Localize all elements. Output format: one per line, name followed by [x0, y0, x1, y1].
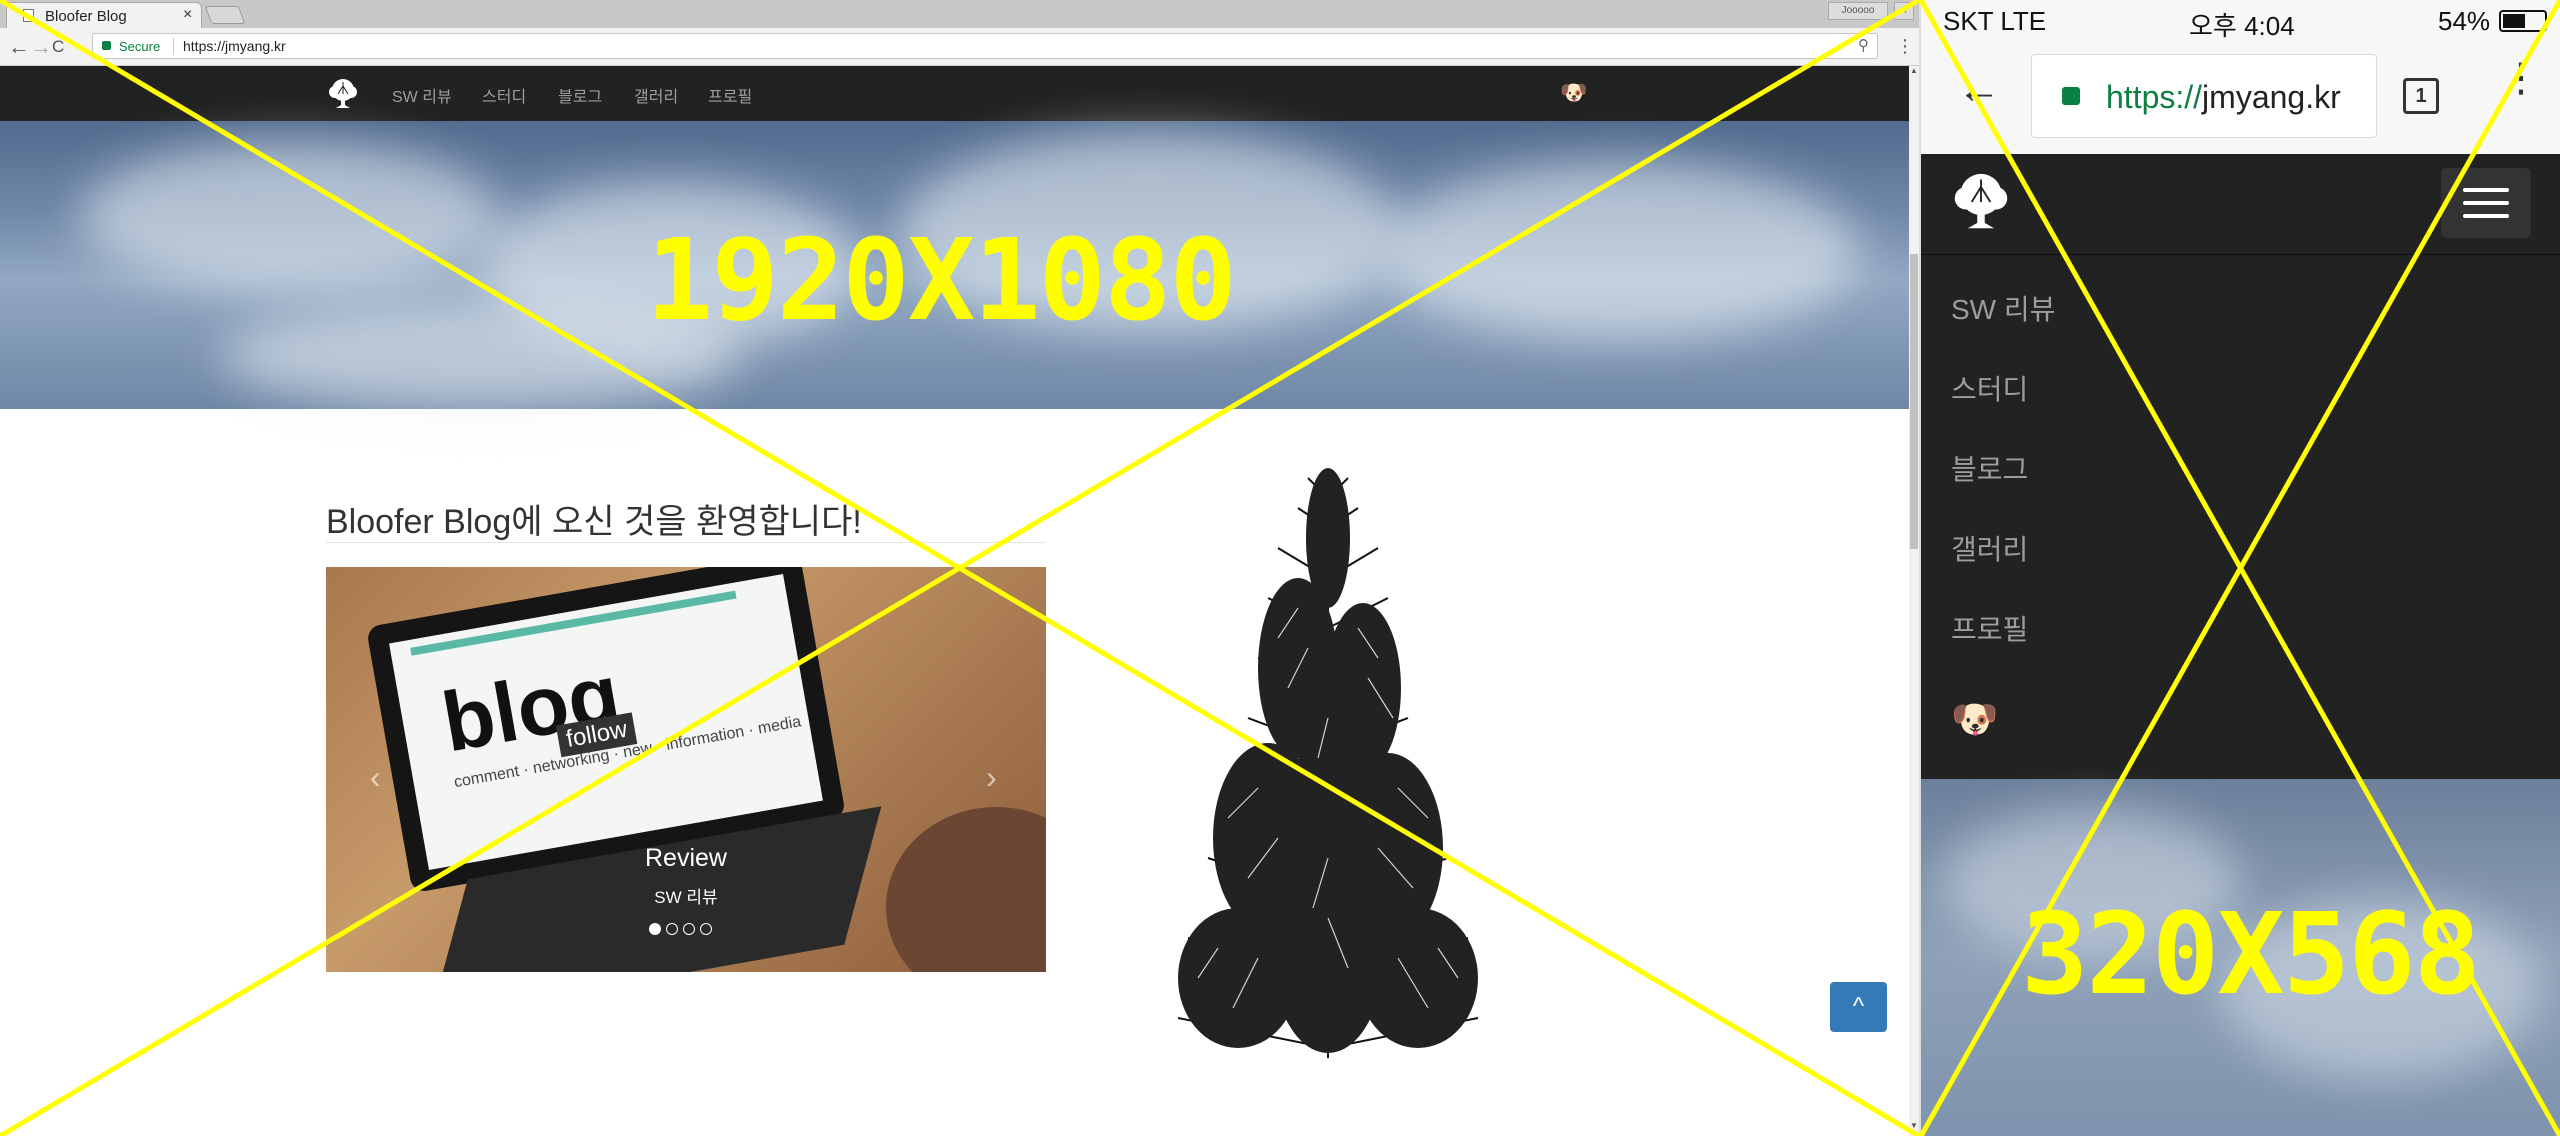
forward-button[interactable]: →: [30, 34, 52, 60]
tab-title: Bloofer Blog: [45, 8, 127, 25]
nav-divider: [1921, 254, 2560, 255]
pine-tree-illustration: [1178, 468, 1478, 1058]
carousel-dot[interactable]: [649, 923, 661, 935]
corgi-icon[interactable]: 🐶: [1951, 698, 1998, 742]
mobile-address-bar[interactable]: https://jmyang.kr: [2031, 54, 2377, 138]
battery-icon: [2499, 10, 2547, 32]
carousel-caption-subtitle: SW 리뷰: [654, 888, 718, 907]
hamburger-menu-button[interactable]: [2441, 168, 2531, 238]
blog-carousel[interactable]: blog follow comment · networking · new ·…: [326, 567, 1046, 972]
nav-profile[interactable]: 프로필: [708, 83, 752, 107]
vertical-scrollbar[interactable]: ▲ ▼: [1909, 66, 1919, 1136]
tab-strip: Bloofer Blog × Jooooo ×: [0, 0, 1919, 28]
site-navbar: SW 리뷰 스터디 블로그 갤러리 프로필 🐶: [0, 66, 1909, 121]
mobile-nav-profile[interactable]: 프로필: [1951, 608, 2028, 648]
mobile-nav-gallery[interactable]: 갤러리: [1951, 528, 2028, 568]
browser-menu-icon[interactable]: ⋮: [1896, 36, 1914, 57]
scrollbar-thumb[interactable]: [1910, 254, 1918, 549]
reload-button[interactable]: C: [52, 37, 64, 57]
new-tab-button[interactable]: [204, 6, 246, 24]
page-icon: [23, 9, 34, 22]
heading-rule: [326, 542, 1046, 543]
toolbar: ← → C Secure https://jmyang.kr ⚲ ⋮: [0, 28, 1919, 66]
address-bar[interactable]: Secure https://jmyang.kr ⚲: [92, 33, 1878, 59]
browser-tab[interactable]: Bloofer Blog ×: [6, 2, 202, 28]
scroll-up-icon[interactable]: ▲: [1910, 66, 1918, 75]
carousel-caption-title: Review: [645, 844, 727, 872]
battery-percent: 54%: [2438, 6, 2491, 36]
carousel-indicators: [649, 922, 717, 940]
tree-logo-icon[interactable]: [326, 78, 360, 110]
url-host: jmyang.kr: [2202, 79, 2341, 115]
desktop-size-label: 1920X1080: [646, 216, 1237, 346]
mobile-nav-sw-review[interactable]: SW 리뷰: [1951, 288, 2055, 328]
mobile-nav-blog[interactable]: 블로그: [1951, 448, 2028, 488]
scroll-down-icon[interactable]: ▼: [1910, 1121, 1918, 1130]
scroll-to-top-button[interactable]: ^: [1830, 982, 1887, 1032]
tab-switcher-button[interactable]: 1: [2403, 78, 2439, 114]
mobile-size-label: 320X568: [2021, 890, 2481, 1020]
back-arrow-icon[interactable]: ←: [1957, 64, 2001, 114]
mobile-navbar: SW 리뷰 스터디 블로그 갤러리 프로필 🐶: [1921, 154, 2560, 779]
tab-close-icon[interactable]: ×: [183, 6, 192, 24]
nav-gallery[interactable]: 갤러리: [634, 83, 678, 107]
chevron-up-icon: ^: [1852, 993, 1865, 1020]
mobile-toolbar: ← https://jmyang.kr 1 ⋮: [1921, 42, 2560, 154]
status-bar: SKT LTE 오후 4:04 54%: [1921, 0, 2560, 42]
carousel-dot[interactable]: [666, 923, 678, 935]
nav-blog[interactable]: 블로그: [558, 83, 602, 107]
nav-study[interactable]: 스터디: [482, 83, 526, 107]
url-text[interactable]: https://jmyang.kr: [183, 38, 286, 54]
clock: 오후 4:04: [2189, 11, 2295, 41]
carousel-next-icon[interactable]: ›: [986, 759, 997, 796]
mobile-browser: SKT LTE 오후 4:04 54% ← https://jmyang.kr …: [1921, 0, 2560, 1136]
divider: [173, 38, 174, 55]
window-close-button[interactable]: ×: [1894, 2, 1914, 20]
desktop-browser: Bloofer Blog × Jooooo × ← → C Secure htt…: [0, 0, 1919, 1136]
mobile-nav-study[interactable]: 스터디: [1951, 368, 2028, 408]
corgi-icon[interactable]: 🐶: [1560, 80, 1587, 106]
back-button[interactable]: ←: [8, 34, 30, 60]
carousel-prev-icon[interactable]: ‹: [370, 759, 381, 796]
carousel-dot[interactable]: [683, 923, 695, 935]
welcome-heading: Bloofer Blog에 오신 것을 환영합니다!: [326, 503, 862, 541]
lock-icon: [102, 41, 111, 50]
mobile-menu-icon[interactable]: ⋮: [2501, 58, 2541, 98]
comparison-screenshot: Bloofer Blog × Jooooo × ← → C Secure htt…: [0, 0, 2560, 1136]
url-scheme: https://: [2106, 79, 2203, 115]
lock-icon: [2062, 87, 2080, 105]
nav-sw-review[interactable]: SW 리뷰: [392, 83, 452, 107]
secure-label: Secure: [119, 39, 161, 54]
carrier-label: SKT LTE: [1943, 6, 2047, 36]
tree-logo-icon[interactable]: [1949, 172, 2013, 232]
zoom-icon[interactable]: ⚲: [1858, 36, 1869, 54]
profile-button[interactable]: Jooooo: [1828, 2, 1888, 20]
carousel-dot[interactable]: [700, 923, 712, 935]
